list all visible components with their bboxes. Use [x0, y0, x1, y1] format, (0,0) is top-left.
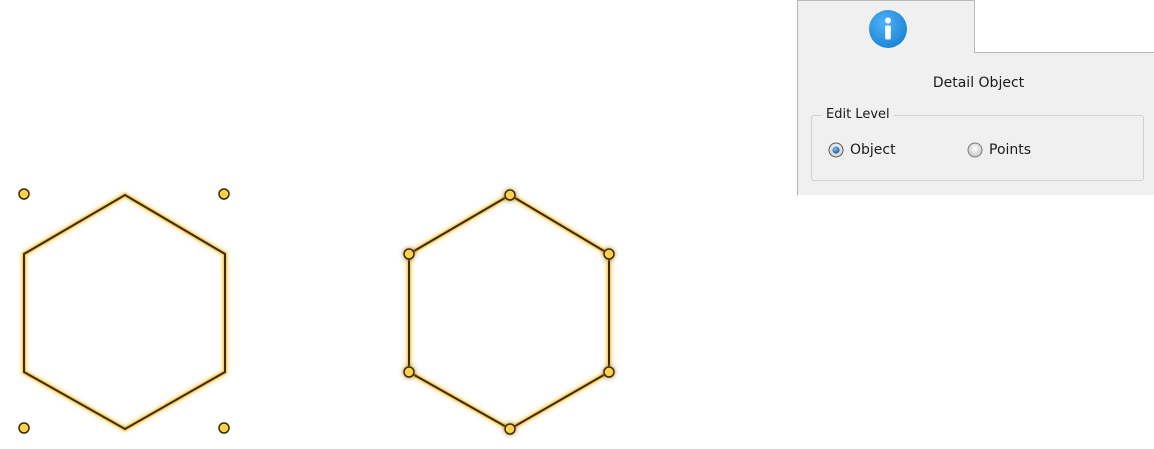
vertex-handle-lower-left[interactable] [403, 366, 415, 378]
hexagon-outline [23, 193, 226, 431]
bbox-handle-bottom-right[interactable] [218, 422, 230, 434]
hexagon-object-selected[interactable] [21, 192, 228, 432]
detail-panel: Detail Object Edit Level Object Points [797, 0, 1154, 195]
hexagon-glow [406, 192, 612, 432]
bbox-handle-top-left[interactable] [18, 188, 30, 200]
panel-body: Detail Object Edit Level Object Points [797, 52, 1154, 195]
panel-tab-bar [797, 0, 1154, 53]
vertex-handle-upper-right[interactable] [603, 248, 615, 260]
vertex-handle-upper-left[interactable] [403, 248, 415, 260]
bbox-handle-bottom-left[interactable] [18, 422, 30, 434]
radio-object[interactable]: Object [828, 142, 896, 158]
hexagon-outline [408, 193, 610, 431]
edit-level-group: Edit Level Object Points [811, 107, 1144, 181]
edit-level-legend: Edit Level [822, 107, 894, 122]
panel-title: Detail Object [932, 75, 1025, 91]
radio-unselected-icon [967, 142, 983, 158]
radio-points-label: Points [989, 142, 1032, 158]
radio-selected-icon [828, 142, 844, 158]
hexagon-glow [21, 192, 228, 432]
hexagon-points-selected[interactable] [406, 192, 612, 432]
bounding-box-handles[interactable] [18, 188, 230, 434]
radio-object-label: Object [850, 142, 896, 158]
info-icon [869, 10, 907, 48]
tab-info[interactable] [797, 0, 975, 53]
vertex-handle-top[interactable] [504, 189, 516, 201]
radio-points[interactable]: Points [967, 142, 1031, 158]
vertex-handles[interactable] [403, 189, 615, 435]
bbox-handle-top-right[interactable] [218, 188, 230, 200]
vertex-handle-lower-right[interactable] [603, 366, 615, 378]
vertex-handle-bottom[interactable] [504, 423, 516, 435]
